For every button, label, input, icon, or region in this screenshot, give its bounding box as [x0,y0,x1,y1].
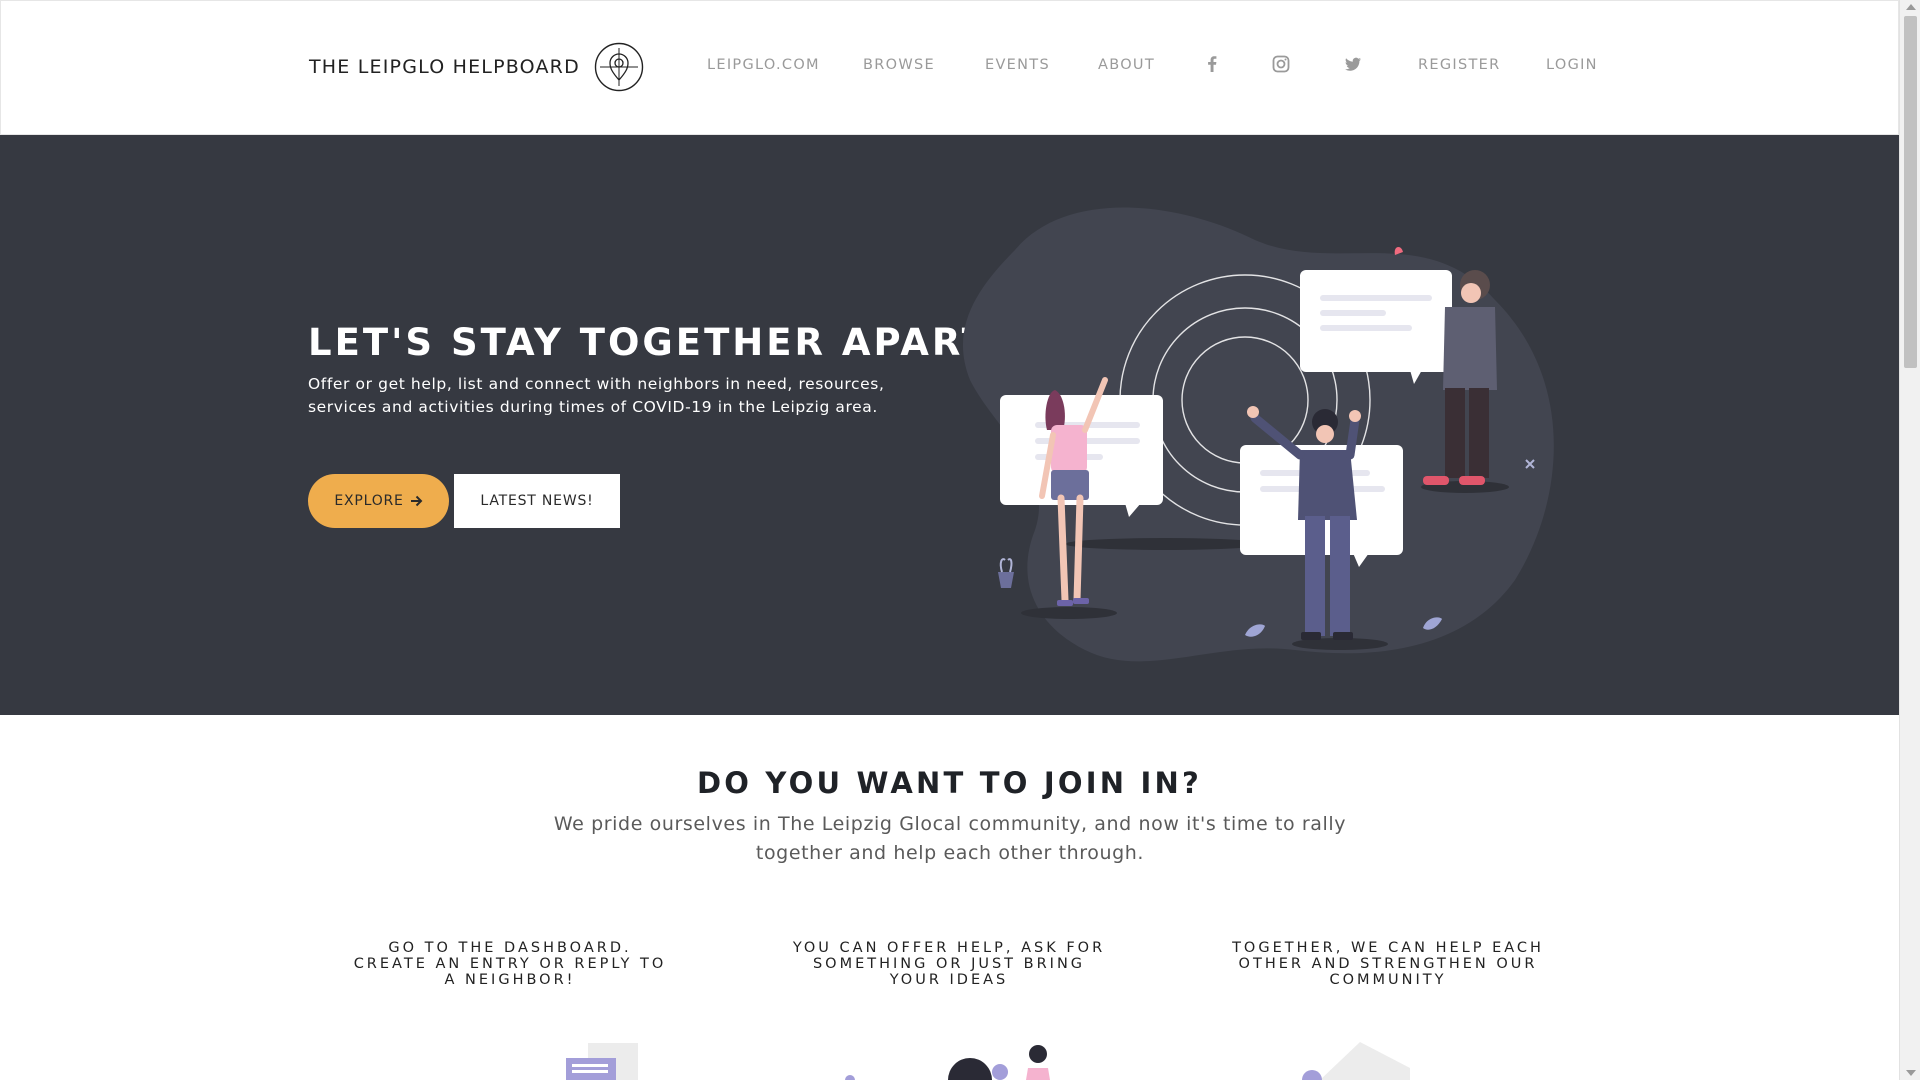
explore-button[interactable]: EXPLORE [308,474,449,528]
nav-login[interactable]: LOGIN [1546,57,1598,73]
community-illustration [962,207,1554,662]
community-illustration-small [1302,1042,1410,1080]
twitter-icon[interactable] [1343,54,1363,74]
nav-leipglo[interactable]: LEIPGLO.COM [707,57,820,73]
latest-news-button[interactable]: LATEST NEWS! [454,474,620,528]
join-subtitle: We pride ourselves in The Leipzig Glocal… [553,813,1347,864]
step-dashboard: GO TO THE DASHBOARD. CREATE AN ENTRY OR … [353,940,667,988]
dashboard-illustration [566,1043,638,1080]
site-header: THE LEIPGLO HELPBOARD LEIPGLO.COM BROWSE… [0,0,1899,135]
nav-about[interactable]: ABOUT [1098,57,1155,73]
hero-title: LET'S STAY TOGETHER APART [308,321,990,364]
arrow-right-icon [410,495,423,507]
brand-name: THE LEIPGLO HELPBOARD [309,56,580,78]
join-title: DO YOU WANT TO JOIN IN? [697,766,1202,800]
page-scrollbar[interactable] [1899,0,1920,1080]
step-offer-help: YOU CAN OFFER HELP, ASK FOR SOMETHING OR… [792,940,1106,988]
scroll-thumb[interactable] [1904,16,1917,368]
offer-help-illustration [845,1045,1050,1080]
hero-section: LET'S STAY TOGETHER APART Offer or get h… [0,135,1899,715]
location-pin-target-icon [594,42,644,92]
brand-link[interactable]: THE LEIPGLO HELPBOARD [309,39,644,95]
nav-events[interactable]: EVENTS [985,57,1050,73]
scroll-down-arrow-icon[interactable] [1906,1070,1916,1076]
instagram-icon[interactable] [1271,54,1291,74]
hero-subtitle: Offer or get help, list and connect with… [308,375,885,416]
latest-news-label: LATEST NEWS! [480,493,594,509]
explore-label: EXPLORE [334,493,404,509]
nav-register[interactable]: REGISTER [1418,57,1500,73]
step-together: TOGETHER, WE CAN HELP EACH OTHER AND STR… [1232,940,1544,988]
nav-browse[interactable]: BROWSE [863,57,935,73]
facebook-icon[interactable] [1202,54,1222,74]
scroll-up-arrow-icon[interactable] [1906,4,1916,10]
